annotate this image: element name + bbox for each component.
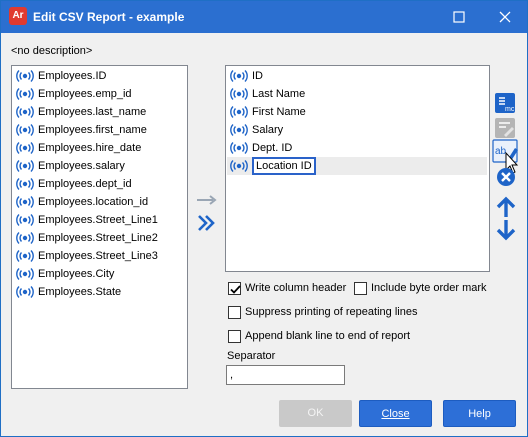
close-window-button[interactable]: [483, 1, 527, 33]
write-column-header-label: Write column header: [245, 282, 347, 294]
list-item-label: Employees.salary: [38, 160, 125, 172]
maximize-icon: [453, 11, 465, 23]
close-button-label: Close: [381, 408, 410, 420]
signal-field-icon: [16, 159, 34, 173]
append-blank-label: Append blank line to end of report: [245, 330, 411, 342]
write-column-header-checkbox[interactable]: [228, 282, 241, 295]
move-up-icon: [496, 196, 516, 217]
field-properties-button[interactable]: mc: [494, 92, 518, 116]
signal-field-icon: [16, 285, 34, 299]
list-item-label: Employees.Street_Line3: [38, 250, 158, 262]
signal-field-icon: [16, 267, 34, 281]
window-title: Edit CSV Report - example: [33, 10, 185, 24]
signal-field-icon: [230, 105, 248, 119]
list-item-label: Employees.hire_date: [38, 142, 142, 154]
rename-field-input[interactable]: Location ID: [252, 157, 316, 175]
list-item-label: Dept. ID: [252, 142, 293, 154]
svg-text:ab: ab: [495, 146, 507, 157]
list-item-label: Employees.State: [38, 286, 122, 298]
add-all-fields-button[interactable]: [197, 213, 217, 236]
separator-input[interactable]: ,: [226, 365, 345, 385]
signal-field-icon: [230, 123, 248, 137]
signal-field-icon: [230, 69, 248, 83]
selected-columns-list[interactable]: ID Last Name First Name Salary Dept. ID Locat…: [225, 65, 490, 272]
title-bar: Ar Edit CSV Report - example: [1, 1, 527, 33]
double-chevron-right-icon: [198, 215, 215, 231]
arrow-right-icon: [197, 195, 217, 205]
list-item-label: Last Name: [252, 88, 306, 100]
move-down-icon: [496, 220, 516, 241]
suppress-repeating-label: Suppress printing of repeating lines: [245, 306, 418, 318]
remove-field-button[interactable]: [496, 167, 520, 191]
close-button[interactable]: Close: [359, 400, 432, 427]
list-item-label: Employees.emp_id: [38, 88, 132, 100]
signal-field-icon: [16, 195, 34, 209]
signal-field-icon: [16, 123, 34, 137]
list-item-label: Employees.City: [38, 268, 115, 280]
signal-field-icon: [16, 87, 34, 101]
list-item-label: ID: [252, 70, 263, 82]
suppress-repeating-checkbox[interactable]: [228, 306, 241, 319]
signal-field-icon: [16, 141, 34, 155]
include-bom-label: Include byte order mark: [371, 282, 487, 294]
signal-field-icon: [16, 231, 34, 245]
report-description: <no description>: [11, 45, 93, 57]
signal-field-icon: [230, 87, 248, 101]
field-properties-icon: mc: [495, 93, 515, 113]
signal-field-icon: [16, 249, 34, 263]
dialog-window: Ar Edit CSV Report - example <no descrip…: [0, 0, 528, 437]
separator-label: Separator: [227, 350, 276, 362]
list-item-label: Employees.Street_Line2: [38, 232, 158, 244]
help-button[interactable]: Help: [443, 400, 516, 427]
list-item-label: First Name: [252, 106, 306, 118]
move-up-button[interactable]: [496, 196, 520, 220]
list-item-label: Employees.Street_Line1: [38, 214, 158, 226]
signal-field-icon: [16, 69, 34, 83]
signal-field-icon: [230, 159, 248, 173]
checkmark-icon: [230, 285, 241, 294]
svg-text:mc: mc: [505, 106, 515, 113]
maximize-button[interactable]: [437, 1, 481, 33]
signal-field-icon: [16, 177, 34, 191]
list-item-label: Employees.location_id: [38, 196, 149, 208]
append-blank-checkbox[interactable]: [228, 330, 241, 343]
available-fields-list[interactable]: Employees.ID Employees.emp_id Employees.la…: [11, 65, 188, 389]
app-icon: Ar: [9, 7, 27, 25]
add-field-button[interactable]: [196, 195, 218, 208]
edit-field-button[interactable]: [494, 117, 518, 141]
edit-disabled-icon: [495, 118, 515, 138]
list-item-label: Employees.dept_id: [38, 178, 132, 190]
ok-button[interactable]: OK: [279, 400, 352, 427]
list-item-label: Employees.last_name: [38, 106, 147, 118]
close-icon: [499, 11, 511, 23]
signal-field-icon: [230, 141, 248, 155]
list-item-label: Employees.ID: [38, 70, 107, 82]
remove-icon: [497, 168, 515, 186]
list-item-label: Salary: [252, 124, 284, 136]
move-down-button[interactable]: [496, 219, 520, 243]
include-bom-checkbox[interactable]: [354, 282, 367, 295]
signal-field-icon: [16, 213, 34, 227]
list-item-label: Employees.first_name: [38, 124, 147, 136]
signal-field-icon: [16, 105, 34, 119]
